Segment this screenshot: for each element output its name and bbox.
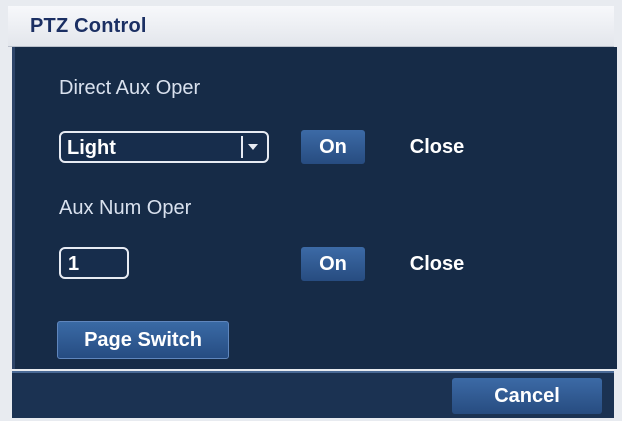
cancel-button[interactable]: Cancel	[452, 378, 602, 414]
aux-number-input[interactable]: 1	[59, 247, 129, 279]
aux-num-label: Aux Num Oper	[59, 197, 192, 219]
aux-num-close-button[interactable]: Close	[401, 247, 473, 281]
footer-bar: Cancel	[12, 371, 614, 418]
page-switch-button[interactable]: Page Switch	[57, 321, 229, 359]
chevron-down-icon	[248, 144, 258, 150]
direct-aux-label: Direct Aux Oper	[59, 77, 201, 99]
direct-aux-on-button[interactable]: On	[301, 130, 365, 164]
content-panel: Direct Aux Oper Light On Close Aux Num O…	[12, 47, 617, 369]
aux-function-select[interactable]: Light	[59, 131, 269, 163]
aux-num-on-button[interactable]: On	[301, 247, 365, 281]
ptz-control-dialog: PTZ Control Direct Aux Oper Light On Clo…	[0, 0, 622, 421]
direct-aux-close-button[interactable]: Close	[401, 130, 473, 164]
title-bar: PTZ Control	[8, 6, 614, 47]
aux-function-value: Light	[67, 137, 116, 159]
aux-number-value: 1	[68, 253, 80, 275]
window-title: PTZ Control	[30, 15, 147, 37]
dropdown-arrow[interactable]	[241, 136, 263, 158]
